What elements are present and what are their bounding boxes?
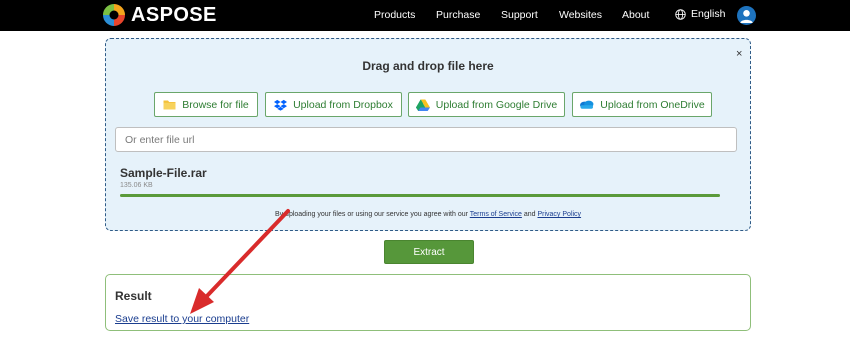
dropzone-title: Drag and drop file here [362, 59, 494, 73]
upload-progress-bar [120, 194, 720, 197]
google-drive-icon [415, 99, 430, 111]
terms-prefix: By uploading your files or using our ser… [274, 211, 468, 218]
top-navigation-bar: ASPOSE Products Purchase Support Website… [0, 0, 850, 31]
terms-notice: By uploading your files or using our ser… [106, 211, 750, 218]
user-avatar-icon[interactable] [737, 6, 756, 25]
extract-button[interactable]: Extract [384, 240, 474, 264]
dropbox-icon [274, 99, 288, 111]
save-result-link[interactable]: Save result to your computer [115, 313, 249, 325]
browse-file-label: Browse for file [182, 98, 249, 111]
google-drive-upload-label: Upload from Google Drive [435, 98, 558, 111]
result-title: Result [115, 289, 152, 303]
nav-websites[interactable]: Websites [559, 9, 602, 21]
onedrive-upload-label: Upload from OneDrive [600, 98, 705, 111]
file-upload-dropzone[interactable]: × Drag and drop file here Browse for fil… [105, 38, 751, 231]
privacy-policy-link[interactable]: Privacy Policy [537, 211, 581, 218]
dropbox-upload-label: Upload from Dropbox [293, 98, 393, 111]
folder-icon [163, 100, 176, 110]
globe-icon [675, 8, 686, 20]
uploaded-file-size: 135.06 KB [120, 182, 153, 189]
onedrive-upload-button[interactable]: Upload from OneDrive [572, 92, 712, 117]
aspose-logo-icon [103, 4, 125, 26]
language-label: English [691, 8, 726, 20]
google-drive-upload-button[interactable]: Upload from Google Drive [408, 92, 565, 117]
dropbox-upload-button[interactable]: Upload from Dropbox [265, 92, 402, 117]
terms-of-service-link[interactable]: Terms of Service [470, 211, 522, 218]
browse-file-button[interactable]: Browse for file [154, 92, 258, 117]
nav-about[interactable]: About [622, 9, 649, 21]
result-panel: Result Save result to your computer [105, 274, 751, 331]
onedrive-icon [580, 100, 594, 109]
upload-progress-fill [120, 194, 720, 197]
nav-products[interactable]: Products [374, 9, 415, 21]
nav-purchase[interactable]: Purchase [436, 9, 480, 21]
uploaded-file-name: Sample-File.rar [120, 166, 207, 180]
brand-name: ASPOSE [131, 3, 217, 26]
file-url-input[interactable] [115, 127, 737, 152]
brand-logo[interactable]: ASPOSE [102, 3, 217, 27]
terms-and: and [523, 211, 536, 218]
nav-support[interactable]: Support [501, 9, 538, 21]
language-selector[interactable]: English [675, 8, 725, 20]
